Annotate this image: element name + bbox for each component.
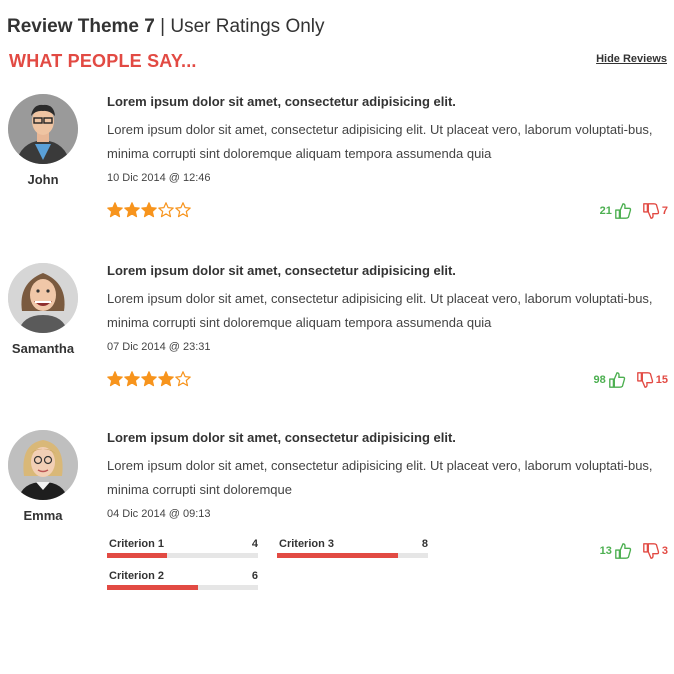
review-title: Lorem ipsum dolor sit amet, consectetur … [107,263,456,278]
page-title: Review Theme 7 | User Ratings Only [7,16,325,38]
like-button[interactable]: 21 [600,202,632,220]
thumbs-up-icon [615,543,632,559]
thumbs-down-icon [643,203,660,219]
section-title: WHAT PEOPLE SAY... [9,51,197,71]
star-filled-icon [124,371,140,387]
star-filled-icon [107,202,123,218]
star-empty-icon [175,202,191,218]
criterion-label: Criterion 2 [109,570,165,582]
dislike-count: 3 [661,545,668,557]
user-name: John [27,172,59,187]
review-item: Emma Lorem ipsum dolor sit amet, consect… [0,430,674,600]
vote-box: 98 15 [594,371,668,389]
like-count: 13 [599,545,612,557]
woman-avatar-icon [8,430,78,500]
dislike-count: 7 [661,205,668,217]
dislike-button[interactable]: 7 [642,202,668,220]
criterion-rating: Criterion 3 8 [277,538,428,560]
criterion-bar-track [107,553,258,558]
star-empty-icon [158,202,174,218]
star-filled-icon [141,202,157,218]
page-subtitle: User Ratings Only [170,16,325,37]
review-text: Lorem ipsum dolor sit amet, consectetur … [107,291,653,330]
star-filled-icon [107,371,123,387]
man-avatar-icon [8,94,78,164]
review-date: 04 Dic 2014 @ 09:13 [107,508,211,520]
thumbs-up-icon [608,372,625,388]
review-item: Samantha Lorem ipsum dolor sit amet, con… [0,263,674,403]
review-title: Lorem ipsum dolor sit amet, consectetur … [107,430,456,445]
thumbs-down-icon [636,372,653,388]
criterion-rating: Criterion 2 6 [107,570,258,592]
star-filled-icon [141,371,157,387]
review-text: Lorem ipsum dolor sit amet, consectetur … [107,122,653,161]
title-separator: | [160,16,166,37]
star-filled-icon [124,202,140,218]
dislike-count: 15 [655,374,668,386]
star-filled-icon [158,371,174,387]
user-name: Samantha [11,341,75,356]
star-empty-icon [175,371,191,387]
theme-name: Review Theme 7 [7,16,155,37]
criterion-bar-fill [107,585,198,590]
dislike-button[interactable]: 15 [636,371,668,389]
avatar [8,430,78,500]
review-date: 07 Dic 2014 @ 23:31 [107,341,211,353]
review-title: Lorem ipsum dolor sit amet, consectetur … [107,94,456,109]
avatar [8,263,78,333]
hide-reviews-link[interactable]: Hide Reviews [596,53,667,65]
criterion-bar-fill [107,553,168,558]
criterion-bar-fill [277,553,398,558]
thumbs-down-icon [643,543,660,559]
criterion-value: 6 [251,570,258,582]
like-count: 98 [593,374,606,386]
review-date: 10 Dic 2014 @ 12:46 [107,172,211,184]
criteria-ratings: Criterion 1 4 Criterion 2 6 Criterion 3 … [107,538,437,598]
vote-box: 13 3 [600,542,668,560]
woman-avatar-icon [8,263,78,333]
criterion-label: Criterion 3 [279,538,335,550]
criterion-bar-track [277,553,428,558]
criterion-value: 4 [251,538,258,550]
criterion-value: 8 [421,538,428,550]
avatar [8,94,78,164]
like-button[interactable]: 13 [600,542,632,560]
criterion-label: Criterion 1 [109,538,165,550]
like-button[interactable]: 98 [594,371,626,389]
thumbs-up-icon [615,203,632,219]
criterion-rating: Criterion 1 4 [107,538,258,560]
like-count: 21 [599,205,612,217]
dislike-button[interactable]: 3 [642,542,668,560]
vote-box: 21 7 [600,202,668,220]
review-item: John Lorem ipsum dolor sit amet, consect… [0,94,674,234]
star-rating [107,202,191,220]
user-name: Emma [23,508,63,523]
review-text: Lorem ipsum dolor sit amet, consectetur … [107,458,653,497]
star-rating [107,371,191,389]
criterion-bar-track [107,585,258,590]
